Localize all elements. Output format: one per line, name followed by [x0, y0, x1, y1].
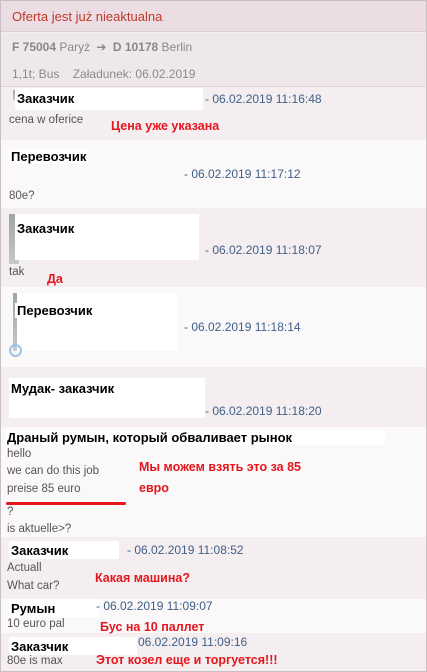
message-text: cena w oferice	[9, 114, 84, 126]
message-item: Драный румын, который обваливает рынок h…	[1, 427, 426, 537]
message-line: What car?	[7, 580, 60, 592]
message-line: ?	[7, 506, 14, 518]
message-author: Перевозчик	[9, 149, 89, 164]
arrow-right-icon: ➔	[96, 40, 107, 54]
message-text: 80e is max	[7, 655, 63, 667]
annotation-note: Какая машина?	[95, 571, 190, 585]
message-line: Actuall	[7, 562, 42, 574]
message-author: Драный румын, который обваливает рынок	[5, 430, 385, 445]
message-author: Заказчик	[15, 91, 77, 106]
message-item: Перевозчик - 06.02.2019 11:18:14	[1, 287, 426, 367]
message-timestamp: - 06.02.2019 11:18:07	[205, 243, 322, 257]
message-line: is aktuelle>?	[7, 523, 72, 535]
message-author: Заказчик	[15, 221, 77, 236]
message-author: Мудак- заказчик	[9, 381, 117, 396]
message-item: Заказчик - 06.02.2019 11:18:07 tak Да	[1, 209, 426, 286]
message-item: Заказчик - 06.02.2019 11:16:48 cena w of…	[1, 88, 426, 139]
message-line: we can do this job	[7, 465, 100, 477]
load-details: 1,1t; Bus Załadunek: 06.02.2019	[1, 61, 426, 87]
magnifier-icon	[9, 344, 22, 357]
message-item: Заказчик 06.02.2019 11:09:16 80e is max …	[1, 634, 426, 671]
annotation-note: Мы можем взять это за 85	[139, 460, 301, 474]
message-timestamp: - 06.02.2019 11:18:20	[205, 404, 322, 418]
highlight-underline	[6, 502, 126, 505]
destination-city: Berlin	[161, 40, 193, 54]
message-author: Заказчик	[9, 543, 71, 558]
message-line: hello	[7, 448, 32, 460]
annotation-note: евро	[139, 481, 169, 495]
route-line: F 75004 Paryż ➔ D 10178 Berlin	[1, 33, 426, 61]
message-line: preise 85 euro	[7, 483, 81, 495]
message-item: Румын - 06.02.2019 11:09:07 10 euro pal …	[1, 599, 426, 634]
annotation-note: Этот козел еще и торгуется!!!	[96, 653, 278, 667]
load-type: 1,1t; Bus	[12, 67, 60, 81]
message-item: Мудак- заказчик - 06.02.2019 11:18:20	[1, 368, 426, 426]
offer-status-banner: Oferta jest już nieaktualna	[1, 1, 426, 32]
message-author: Заказчик	[9, 639, 71, 654]
annotation-note: Цена уже указана	[111, 119, 220, 133]
message-author: Перевозчик	[15, 303, 95, 318]
chat-window: Oferta jest już nieaktualna F 75004 Pary…	[0, 0, 427, 672]
message-timestamp: - 06.02.2019 11:17:12	[184, 167, 301, 181]
message-timestamp: - 06.02.2019 11:18:14	[184, 320, 301, 334]
origin-city: Paryż	[59, 40, 91, 54]
origin-code: F 75004	[12, 40, 57, 54]
message-timestamp: 06.02.2019 11:09:16	[138, 635, 248, 649]
message-item: Перевозчик - 06.02.2019 11:17:12 80e?	[1, 140, 426, 208]
message-text: tak	[9, 266, 25, 278]
message-text: 80e?	[9, 190, 35, 202]
annotation-note: Бус на 10 паллет	[100, 620, 205, 634]
message-item: Заказчик - 06.02.2019 11:08:52 Actuall W…	[1, 538, 426, 598]
message-timestamp: - 06.02.2019 11:08:52	[127, 543, 244, 557]
message-timestamp: - 06.02.2019 11:16:48	[205, 92, 322, 106]
destination-code: D 10178	[112, 40, 159, 54]
message-author: Румын	[9, 601, 58, 616]
annotation-note: Да	[47, 272, 63, 286]
offer-status-text: Oferta jest już nieaktualna	[12, 9, 163, 24]
message-timestamp: - 06.02.2019 11:09:07	[96, 599, 213, 613]
loading-date: Załadunek: 06.02.2019	[72, 67, 196, 81]
message-text: 10 euro pal	[7, 618, 65, 630]
